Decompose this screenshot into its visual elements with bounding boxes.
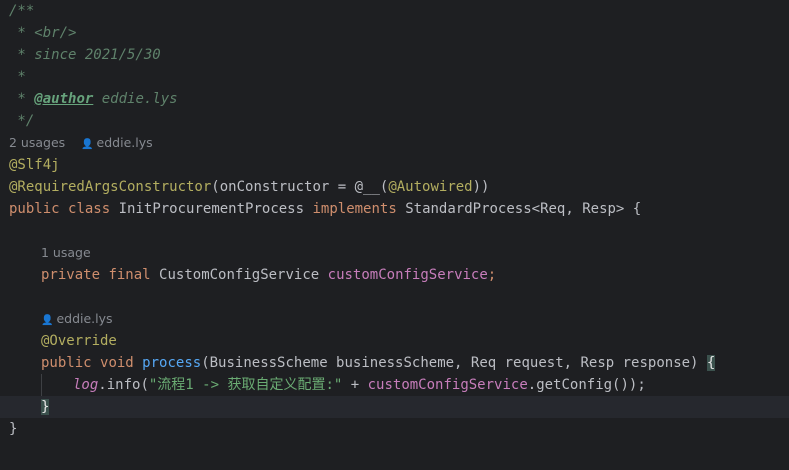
class-close-brace: } bbox=[9, 421, 18, 437]
author-hint[interactable]: eddie.lys bbox=[97, 135, 153, 150]
comment-blank: * bbox=[9, 69, 26, 85]
code-line-field[interactable]: private final CustomConfigService custom… bbox=[0, 264, 789, 286]
code-line-slf4j[interactable]: @Slf4j bbox=[0, 154, 789, 176]
comment-open: /** bbox=[9, 3, 35, 19]
class-name: InitProcurementProcess bbox=[118, 201, 305, 217]
code-line-log[interactable]: log.info("流程1 -> 获取自定义配置:" + customConfi… bbox=[0, 374, 789, 396]
comment-since: * since 2021/5/30 bbox=[9, 47, 161, 63]
method-name: process bbox=[142, 355, 202, 371]
log-variable: log bbox=[73, 377, 99, 393]
annotation-slf4j: @Slf4j bbox=[9, 157, 60, 173]
keyword-implements: implements bbox=[312, 201, 397, 217]
comment-br: * <br/> bbox=[9, 25, 77, 41]
inlay-hint-class[interactable]: 2 usages 👤 eddie.lys bbox=[0, 132, 789, 154]
javadoc-author-tag: @author bbox=[34, 91, 94, 107]
inlay-hint-method[interactable]: 👤 eddie.lys bbox=[0, 308, 789, 330]
code-line-current[interactable]: } bbox=[0, 396, 789, 418]
code-line-4[interactable]: * bbox=[0, 66, 789, 88]
code-line-rac[interactable]: @RequiredArgsConstructor(onConstructor =… bbox=[0, 176, 789, 198]
inlay-hint-field[interactable]: 1 usage bbox=[0, 242, 789, 264]
code-line-empty-2[interactable] bbox=[0, 286, 789, 308]
semicolon: ; bbox=[487, 267, 497, 283]
code-line-method-decl[interactable]: public void process(BusinessScheme busin… bbox=[0, 352, 789, 374]
comment-prefix: * bbox=[9, 91, 35, 107]
code-line-empty-1[interactable] bbox=[0, 220, 789, 242]
interface-name: StandardProcess<Req, Resp> { bbox=[405, 201, 642, 217]
code-line-6[interactable]: */ bbox=[0, 110, 789, 132]
field-reference: customConfigService bbox=[367, 377, 528, 393]
comment-close: */ bbox=[9, 113, 35, 129]
code-editor[interactable]: /** * <br/> * since 2021/5/30 * * @autho… bbox=[0, 0, 789, 470]
code-line-override[interactable]: @Override bbox=[0, 330, 789, 352]
code-line-class-close[interactable]: } bbox=[0, 418, 789, 440]
person-icon: 👤 bbox=[41, 315, 54, 326]
usages-hint[interactable]: 2 usages bbox=[9, 135, 65, 150]
author-hint[interactable]: eddie.lys bbox=[56, 311, 112, 326]
annotation-autowired: @Autowired bbox=[388, 179, 473, 195]
person-icon: 👤 bbox=[81, 139, 94, 150]
code-line-2[interactable]: * <br/> bbox=[0, 22, 789, 44]
code-line-1[interactable]: /** bbox=[0, 0, 789, 22]
method-params: (BusinessScheme businessScheme, Req requ… bbox=[201, 355, 707, 371]
code-line-5[interactable]: * @author eddie.lys bbox=[0, 88, 789, 110]
code-line-class-decl[interactable]: public class InitProcurementProcess impl… bbox=[0, 198, 789, 220]
comment-author-name: eddie.lys bbox=[93, 91, 178, 107]
annotation-required-args: @RequiredArgsConstructor bbox=[9, 179, 212, 195]
usages-hint[interactable]: 1 usage bbox=[41, 245, 91, 260]
matched-open-brace: { bbox=[706, 355, 716, 371]
annotation-override: @Override bbox=[41, 333, 117, 349]
log-call: .info( bbox=[98, 377, 149, 393]
keyword-private: private bbox=[41, 267, 101, 283]
keyword-public: public bbox=[41, 355, 92, 371]
string-literal: "流程1 -> 获取自定义配置:" bbox=[148, 377, 343, 393]
keyword-public: public bbox=[9, 201, 60, 217]
plus-operator: + bbox=[342, 377, 368, 393]
annotation-args-close: )) bbox=[472, 179, 490, 195]
get-config-call: .getConfig()); bbox=[527, 377, 646, 393]
matched-close-brace: } bbox=[41, 399, 50, 415]
field-name: customConfigService bbox=[327, 267, 488, 283]
annotation-args: (onConstructor = @__( bbox=[211, 179, 389, 195]
keyword-final: final bbox=[108, 267, 151, 283]
keyword-void: void bbox=[100, 355, 134, 371]
keyword-class: class bbox=[68, 201, 111, 217]
code-line-3[interactable]: * since 2021/5/30 bbox=[0, 44, 789, 66]
field-type: CustomConfigService bbox=[159, 267, 320, 283]
